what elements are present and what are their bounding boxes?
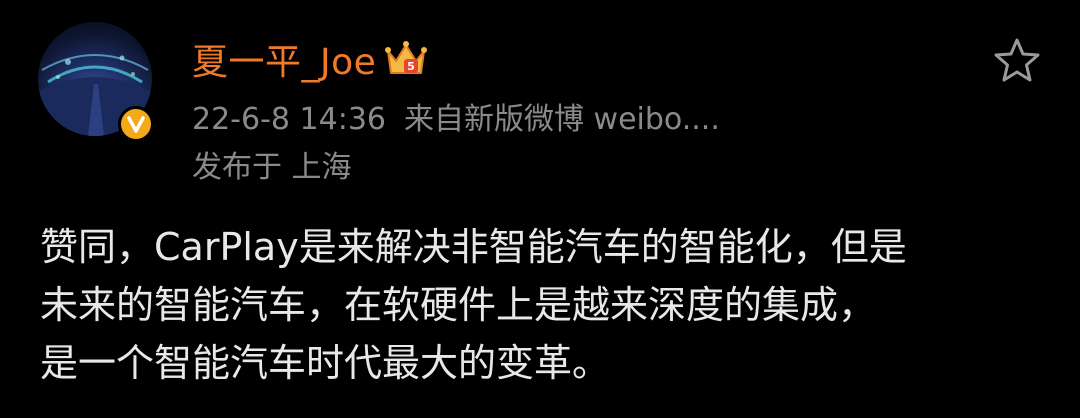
crown-icon[interactable]: 5 bbox=[384, 37, 428, 81]
username[interactable]: 夏一平_Joe bbox=[192, 33, 376, 85]
post-text-line: 赞同，CarPlay是来解决非智能汽车的智能化，但是 bbox=[40, 225, 907, 269]
post-text-line: 是一个智能汽车时代最大的变革。 bbox=[40, 341, 611, 385]
post-time: 22-6-8 14:36 bbox=[192, 102, 386, 137]
svg-text:5: 5 bbox=[407, 60, 415, 73]
star-icon[interactable] bbox=[990, 34, 1044, 88]
post-content: 赞同，CarPlay是来解决非智能汽车的智能化，但是 未来的智能汽车，在软硬件上… bbox=[40, 218, 1050, 392]
verified-badge-icon bbox=[118, 106, 154, 142]
weibo-post: 夏一平_Joe 5 22-6-8 14:36 来自新版微博 weibo.... 发… bbox=[0, 0, 1080, 418]
avatar[interactable] bbox=[38, 22, 154, 142]
username-row: 夏一平_Joe 5 bbox=[192, 34, 428, 84]
post-text-line: 未来的智能汽车，在软硬件上是越来深度的集成， bbox=[40, 283, 877, 327]
post-source[interactable]: 来自新版微博 weibo.... bbox=[404, 102, 720, 137]
post-location: 发布于 上海 bbox=[192, 150, 352, 185]
post-meta: 22-6-8 14:36 来自新版微博 weibo.... bbox=[192, 94, 720, 138]
